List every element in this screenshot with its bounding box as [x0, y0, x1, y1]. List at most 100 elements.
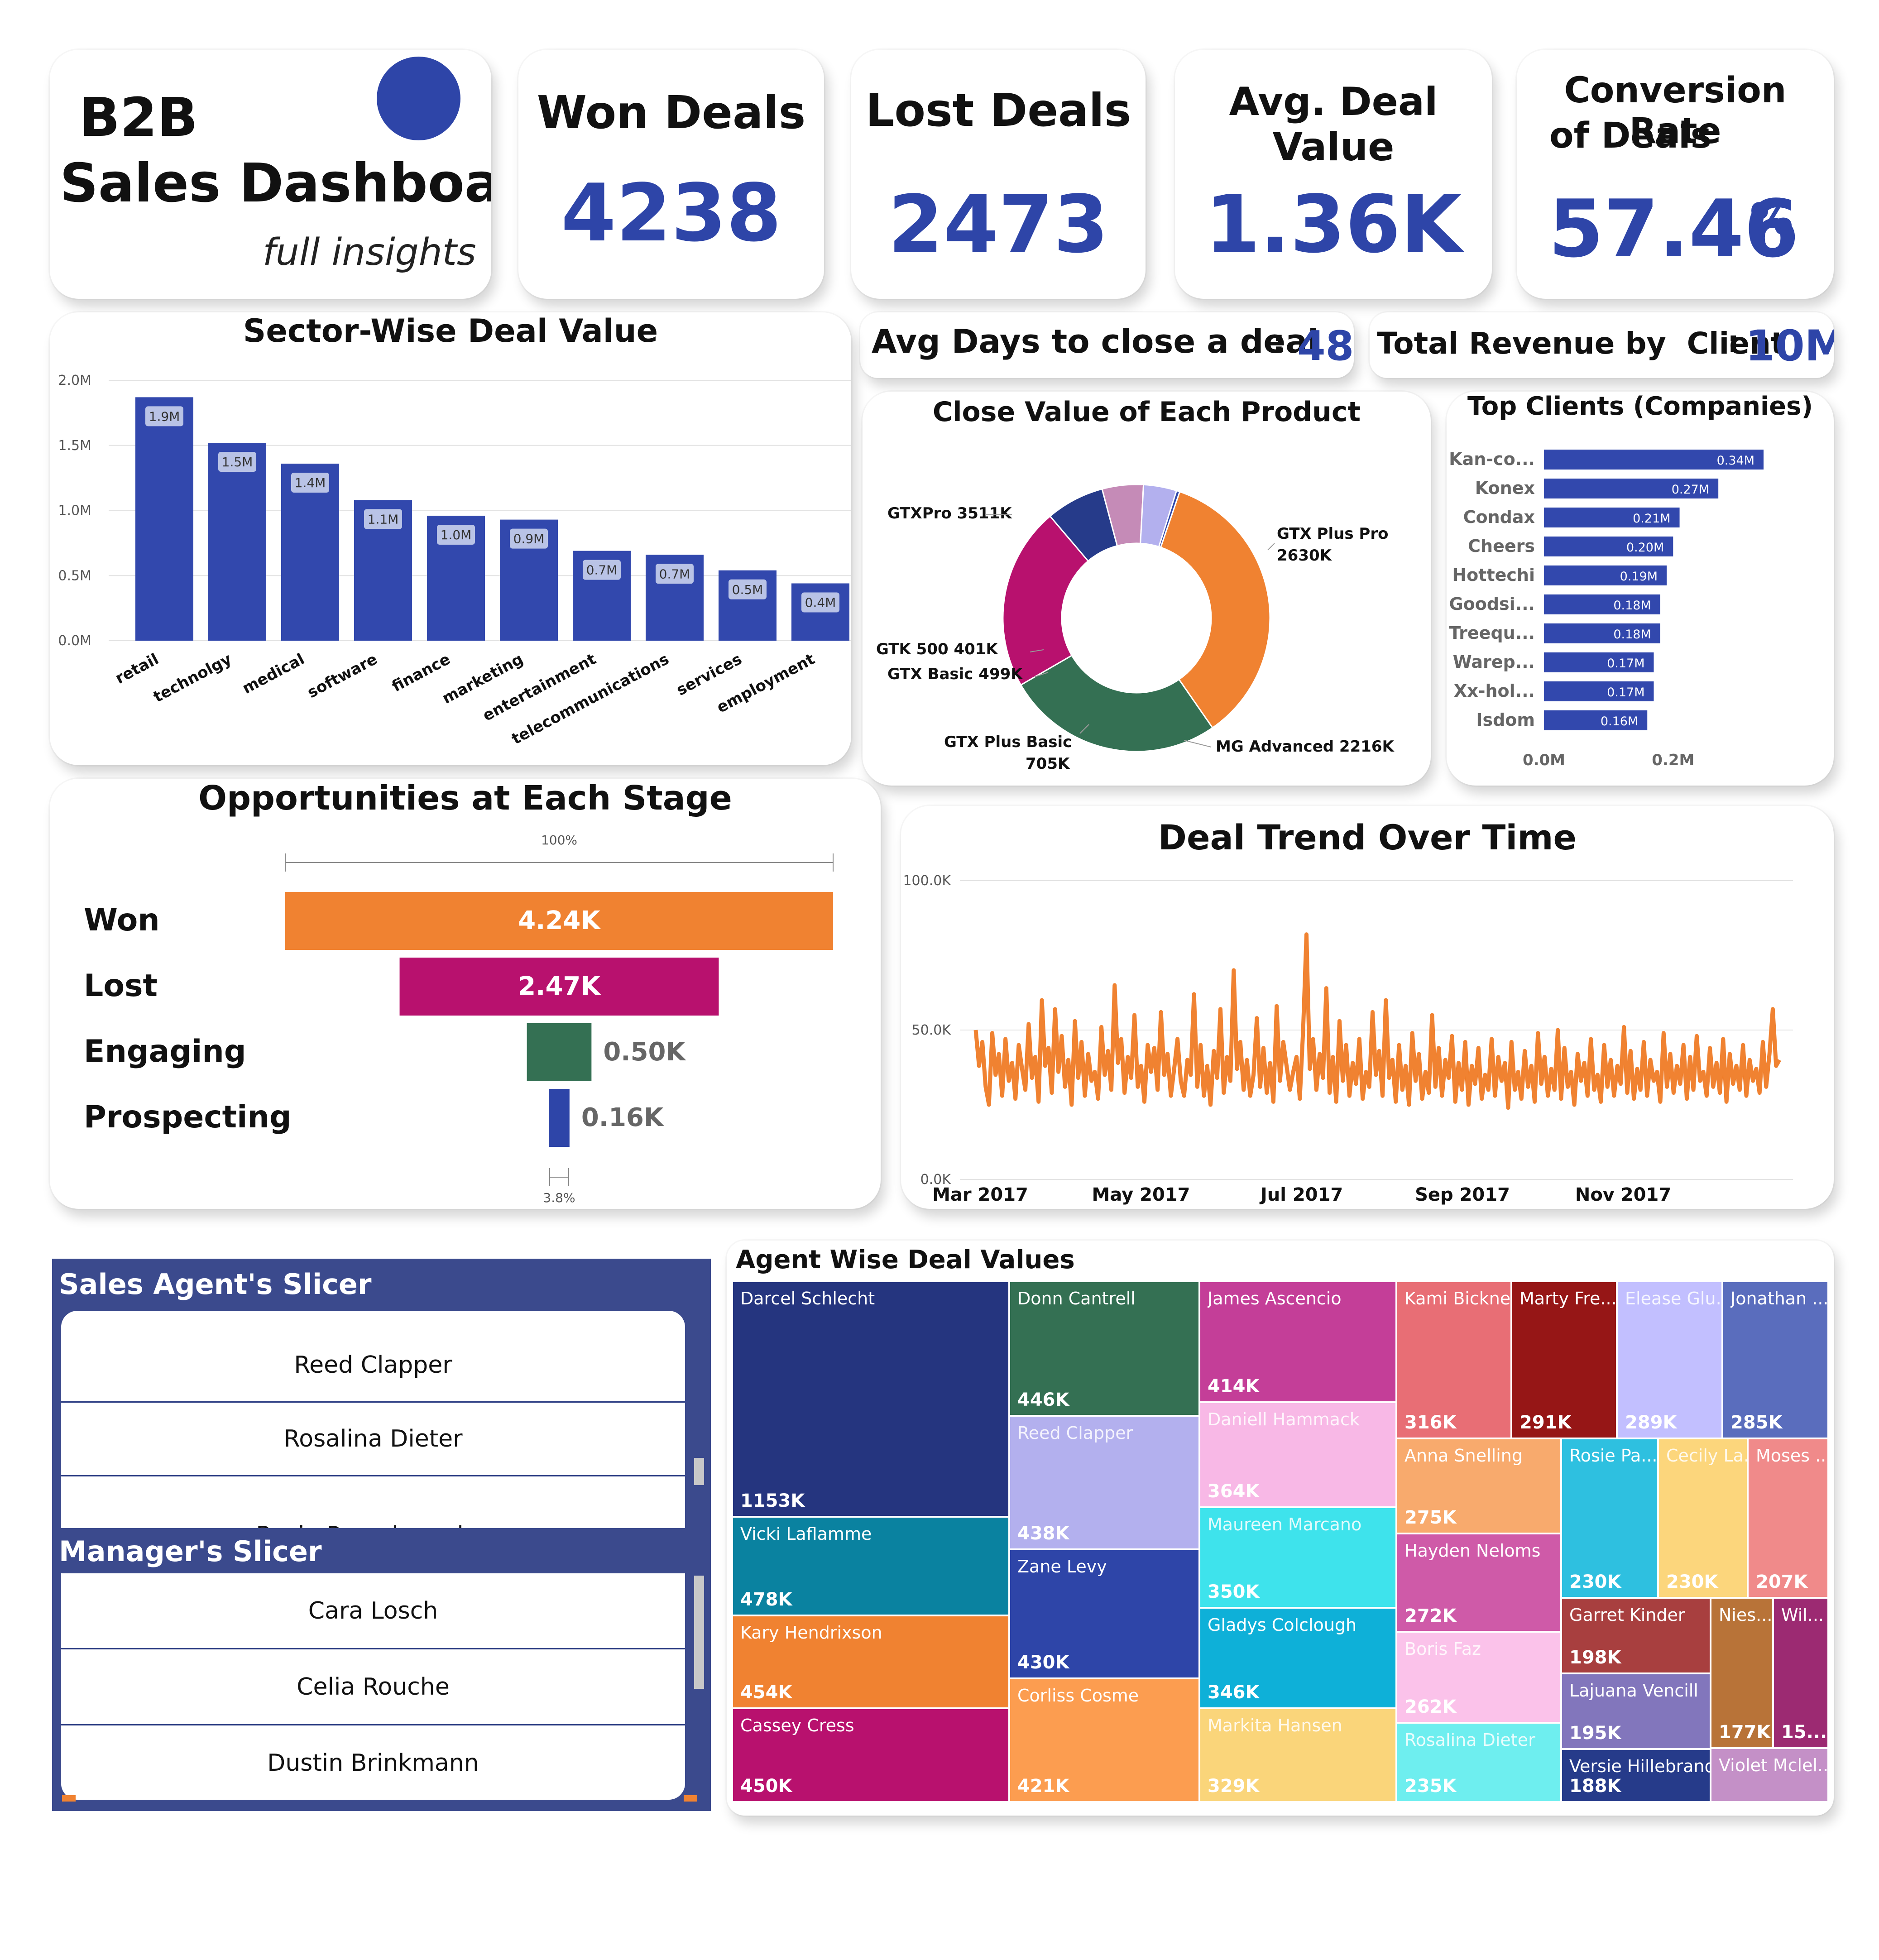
client-y-tick: Condax — [1463, 507, 1535, 527]
treemap-cell[interactable]: Gladys Colclough 346K — [1199, 1608, 1396, 1708]
won-deals-card: Won Deals 4238 — [518, 50, 824, 299]
treemap-cell-value: 350K — [1208, 1581, 1260, 1602]
treemap-cell[interactable]: Lajuana Vencill 195K — [1561, 1673, 1711, 1749]
treemap-cell[interactable]: Kami Bicknell 316K — [1396, 1281, 1511, 1438]
manager-slicer-title: Manager's Slicer — [59, 1535, 322, 1568]
funnel-stage-label: Prospecting — [84, 1099, 292, 1135]
client-data-label: 0.21M — [1633, 512, 1670, 526]
agent-item-reed-clapper[interactable]: Reed Clapper — [61, 1329, 685, 1403]
trend-x-tick: Mar 2017 — [932, 1184, 1028, 1205]
treemap-cell-label: Hayden Neloms — [1404, 1541, 1541, 1561]
trend-chart-card: Deal Trend Over Time 0.0K 50.0K 100.0K Mar … — [901, 806, 1834, 1209]
treemap-cell-label: Jonathan ... — [1730, 1289, 1827, 1308]
client-y-tick: Isdom — [1476, 710, 1535, 730]
treemap-cell[interactable]: Maureen Marcano 350K — [1199, 1507, 1396, 1608]
treemap-cell-value: 454K — [740, 1682, 792, 1703]
sector-data-label: 0.9M — [513, 532, 545, 546]
lost-deals-value: 2473 — [888, 179, 1109, 271]
treemap-cell[interactable]: Markita Hansen 329K — [1199, 1708, 1396, 1802]
manager-item-cara-losch[interactable]: Cara Losch — [61, 1573, 685, 1649]
manager-item-dustin-brinkmann[interactable]: Dustin Brinkmann — [61, 1725, 685, 1800]
treemap-cell-value: 438K — [1017, 1523, 1069, 1544]
won-deals-value: 4238 — [561, 168, 782, 259]
sector-data-label: 1.5M — [222, 455, 253, 470]
manager-item-celia-rouche[interactable]: Celia Rouche — [61, 1649, 685, 1725]
treemap-cell[interactable]: Darcel Schlecht 1153K — [732, 1281, 1009, 1517]
trend-line-chart: 0.0K50.0K100.0KMar 2017 May 2017 Jul 2017 S… — [903, 873, 1793, 1205]
treemap-cell[interactable]: Rosie Pa... 230K — [1561, 1438, 1658, 1598]
sector-chart: 0.0M 0.5M 1.0M 1.5M 2.0M 1.9M retail 1.5M techno… — [58, 373, 851, 748]
treemap-cell-value: 177K — [1719, 1722, 1771, 1743]
treemap-cell[interactable]: Donn Cantrell 446K — [1009, 1281, 1199, 1416]
treemap-cell-value: 198K — [1569, 1647, 1621, 1668]
treemap-cell[interactable]: Jonathan ... 285K — [1722, 1281, 1828, 1438]
sector-x-tick: finance — [389, 650, 453, 696]
treemap-cell-value: 230K — [1666, 1572, 1718, 1592]
treemap-cell[interactable]: Cassey Cress 450K — [732, 1708, 1009, 1802]
donut-label: GTX Basic 499K — [887, 665, 1023, 683]
treemap-cell[interactable]: Zane Levy 430K — [1009, 1549, 1199, 1678]
agent-slicer-list: Reed Clapper Rosalina Dieter Rosie Papad… — [61, 1311, 685, 1528]
treemap-cell-label: Rosie Pa... — [1569, 1446, 1657, 1466]
product-donut-chart: GTXPro 3511K GTX Plus Pro 2630K MG Advanced… — [876, 484, 1395, 773]
funnel-data-label: 0.16K — [581, 1103, 665, 1132]
donut-leader — [1267, 543, 1275, 551]
avg-days-value: 48 — [1297, 322, 1354, 370]
treemap-cell[interactable]: Cecily La... 230K — [1658, 1438, 1748, 1598]
treemap-cell[interactable]: Marty Fre... 291K — [1511, 1281, 1617, 1438]
sector-data-label: 1.1M — [368, 512, 399, 527]
treemap-cell[interactable]: Garret Kinder 198K — [1561, 1598, 1711, 1673]
treemap-cell[interactable]: Boris Faz 262K — [1396, 1632, 1561, 1723]
treemap-cell[interactable]: Anna Snelling 275K — [1396, 1438, 1561, 1533]
funnel-bar — [527, 1023, 592, 1081]
funnel-chart: 100% 4.24K Won 2.47K Lost 0.50K Engaging 0.16K P… — [84, 833, 834, 1205]
treemap-cell[interactable]: Nies... 177K — [1711, 1598, 1773, 1748]
slicer-accent-right — [684, 1795, 697, 1802]
avg-deal-value-card: Avg. Deal Value 1.36K — [1175, 50, 1492, 299]
funnel-data-label: 0.50K — [603, 1037, 686, 1067]
treemap-cell[interactable]: Elease Glu... 289K — [1617, 1281, 1722, 1438]
treemap-cell[interactable]: Rosalina Dieter 235K — [1396, 1723, 1561, 1802]
treemap-cell[interactable]: Corliss Cosme 421K — [1009, 1678, 1199, 1802]
treemap-cell-label: Zane Levy — [1017, 1557, 1107, 1577]
treemap-cell-value: 285K — [1730, 1412, 1783, 1433]
funnel-stage-label: Lost — [84, 968, 158, 1004]
total-revenue-value: 10M — [1745, 321, 1834, 371]
treemap-cell-value: 364K — [1208, 1481, 1260, 1502]
treemap-cell[interactable]: Moses ... 207K — [1748, 1438, 1828, 1598]
treemap-cell[interactable]: Reed Clapper 438K — [1009, 1416, 1199, 1549]
sector-y-tick: 1.5M — [58, 438, 91, 454]
manager-slicer-scrollbar[interactable] — [694, 1576, 704, 1689]
sector-y-tick: 0.0M — [58, 633, 91, 649]
agent-slicer-scrollbar[interactable] — [694, 1458, 704, 1485]
treemap-cell[interactable]: James Ascencio 414K — [1199, 1281, 1396, 1402]
client-data-label: 0.19M — [1620, 570, 1658, 584]
treemap-cell[interactable]: Vicki Laflamme 478K — [732, 1517, 1009, 1615]
funnel-stage-label: Engaging — [84, 1034, 246, 1069]
client-data-label: 0.27M — [1672, 483, 1709, 497]
donut-leader — [1184, 740, 1212, 748]
treemap-cell[interactable]: Hayden Neloms 272K — [1396, 1533, 1561, 1632]
client-x-tick: 0.0M — [1523, 751, 1565, 769]
treemap-cell[interactable]: Wil... 15... — [1773, 1598, 1828, 1748]
treemap-cell-value: 195K — [1569, 1723, 1621, 1744]
treemap-cell-label: Moses ... — [1756, 1446, 1827, 1466]
treemap-cell[interactable]: Violet Mclel... — [1711, 1748, 1828, 1802]
avg-days-card: Avg Days to close a deal : 48 — [860, 312, 1354, 378]
won-deals-label: Won Deals — [537, 86, 806, 139]
treemap-cell[interactable]: Daniell Hammack 364K — [1199, 1402, 1396, 1507]
sector-chart-card: Sector-Wise Deal Value 0.0M 0.5M 1.0M 1.5M 2… — [50, 312, 851, 765]
sector-bar — [208, 443, 266, 641]
donut-label: 705K — [1026, 755, 1070, 773]
treemap-cell[interactable]: Versie Hillebrand 188K — [1561, 1749, 1711, 1802]
sector-x-tick: medical — [240, 650, 308, 698]
donut-label: MG Advanced 2216K — [1216, 738, 1395, 756]
trend-line — [973, 932, 1781, 1110]
donut-label: 2630K — [1277, 546, 1333, 565]
product-chart-card: Close Value of Each Product GTXPro 3511K… — [863, 392, 1431, 786]
treemap-cell[interactable]: Kary Hendrixson 454K — [732, 1615, 1009, 1708]
agent-item-rosalina-dieter[interactable]: Rosalina Dieter — [61, 1403, 685, 1476]
treemap-cell-value: 188K — [1569, 1776, 1621, 1797]
trend-x-tick: Sep 2017 — [1415, 1184, 1510, 1205]
agent-item-rosie-papadopoulos[interactable]: Rosie Papadopoulos — [61, 1476, 685, 1528]
